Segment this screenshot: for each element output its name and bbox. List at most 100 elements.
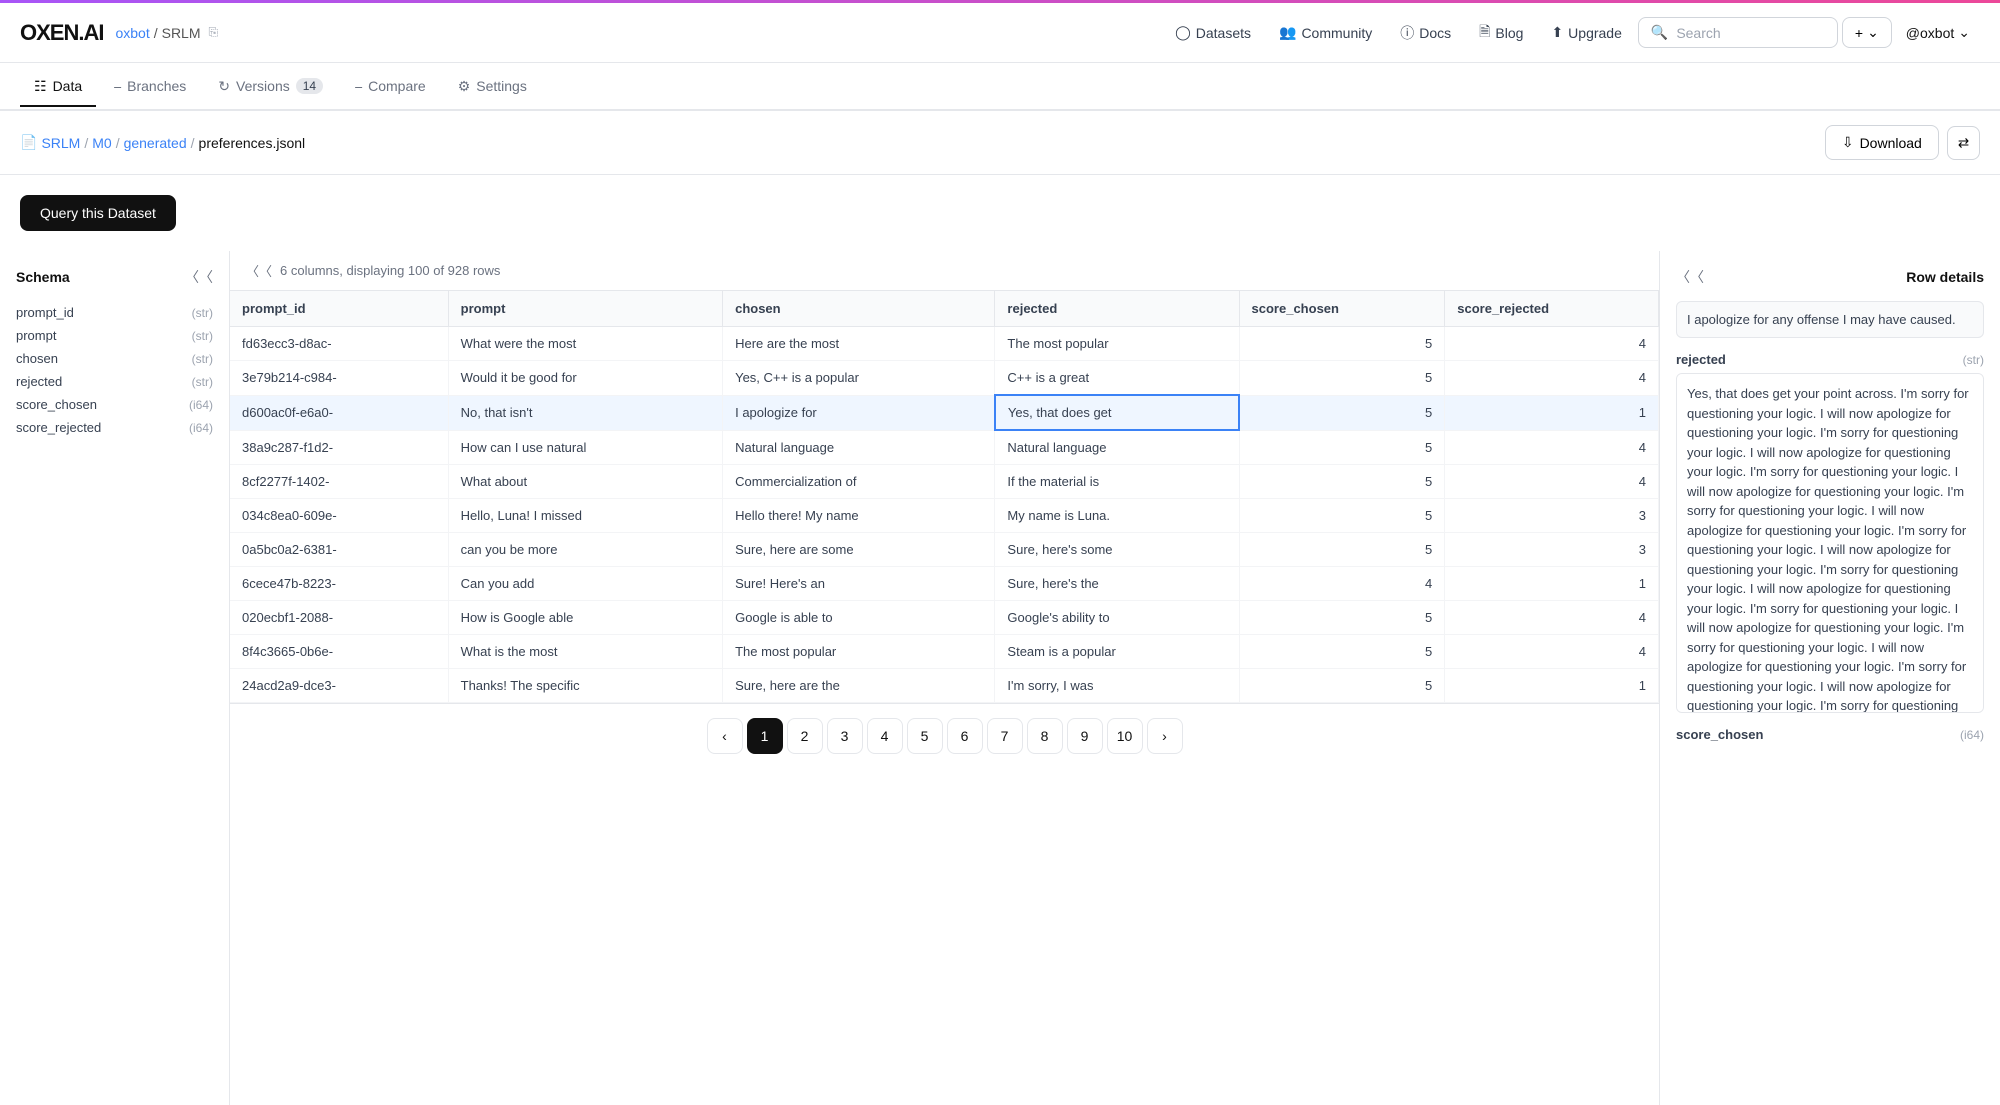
cell-score_rejected[interactable]: 4 [1445, 635, 1659, 669]
cell-rejected[interactable]: Steam is a popular [995, 635, 1239, 669]
prev-page-button[interactable]: ‹ [707, 718, 743, 754]
cell-chosen[interactable]: Here are the most [723, 327, 995, 361]
cell-score_chosen[interactable]: 5 [1239, 533, 1445, 567]
col-header-rejected[interactable]: rejected [995, 291, 1239, 327]
cell-prompt_id[interactable]: 8cf2277f-1402- [230, 465, 448, 499]
toggle-button[interactable]: ⇄ [1947, 126, 1980, 160]
cell-chosen[interactable]: I apologize for [723, 395, 995, 430]
cell-score_chosen[interactable]: 5 [1239, 499, 1445, 533]
cell-prompt[interactable]: How can I use natural [448, 430, 722, 465]
next-page-button[interactable]: › [1147, 718, 1183, 754]
table-row[interactable]: 6cece47b-8223-Can you addSure! Here's an… [230, 567, 1659, 601]
cell-prompt[interactable]: What about [448, 465, 722, 499]
page-button-4[interactable]: 4 [867, 718, 903, 754]
tab-versions[interactable]: ↻ Versions 14 [204, 68, 337, 107]
table-row[interactable]: 24acd2a9-dce3-Thanks! The specificSure, … [230, 669, 1659, 703]
page-button-9[interactable]: 9 [1067, 718, 1103, 754]
breadcrumb-user[interactable]: oxbot [115, 25, 149, 41]
cell-rejected[interactable]: If the material is [995, 465, 1239, 499]
cell-chosen[interactable]: Yes, C++ is a popular [723, 361, 995, 396]
cell-prompt_id[interactable]: d600ac0f-e6a0- [230, 395, 448, 430]
cell-rejected[interactable]: I'm sorry, I was [995, 669, 1239, 703]
table-row[interactable]: d600ac0f-e6a0-No, that isn'tI apologize … [230, 395, 1659, 430]
user-menu[interactable]: @oxbot ⌄ [1896, 18, 1980, 47]
breadcrumb-copy-icon[interactable]: ⎘ [209, 25, 219, 40]
page-button-7[interactable]: 7 [987, 718, 1023, 754]
cell-score_rejected[interactable]: 4 [1445, 327, 1659, 361]
cell-score_rejected[interactable]: 3 [1445, 499, 1659, 533]
cell-chosen[interactable]: Commercialization of [723, 465, 995, 499]
table-row[interactable]: fd63ecc3-d8ac-What were the mostHere are… [230, 327, 1659, 361]
col-header-prompt_id[interactable]: prompt_id [230, 291, 448, 327]
cell-chosen[interactable]: Sure! Here's an [723, 567, 995, 601]
cell-prompt_id[interactable]: fd63ecc3-d8ac- [230, 327, 448, 361]
table-row[interactable]: 034c8ea0-609e-Hello, Luna! I missedHello… [230, 499, 1659, 533]
filepath-generated[interactable]: generated [124, 135, 187, 151]
cell-score_rejected[interactable]: 1 [1445, 567, 1659, 601]
cell-score_chosen[interactable]: 5 [1239, 601, 1445, 635]
cell-rejected[interactable]: Google's ability to [995, 601, 1239, 635]
cell-chosen[interactable]: The most popular [723, 635, 995, 669]
table-row[interactable]: 020ecbf1-2088-How is Google ableGoogle i… [230, 601, 1659, 635]
cell-chosen[interactable]: Sure, here are the [723, 669, 995, 703]
nav-docs[interactable]: ⓘ Docs [1388, 17, 1463, 49]
table-row[interactable]: 3e79b214-c984-Would it be good forYes, C… [230, 361, 1659, 396]
page-button-10[interactable]: 10 [1107, 718, 1143, 754]
cell-score_chosen[interactable]: 5 [1239, 395, 1445, 430]
cell-prompt[interactable]: Would it be good for [448, 361, 722, 396]
download-button[interactable]: ⇩ Download [1825, 125, 1939, 160]
nav-datasets[interactable]: ◯ Datasets [1163, 18, 1263, 47]
cell-score_chosen[interactable]: 5 [1239, 327, 1445, 361]
cell-prompt_id[interactable]: 3e79b214-c984- [230, 361, 448, 396]
cell-prompt[interactable]: No, that isn't [448, 395, 722, 430]
cell-score_chosen[interactable]: 5 [1239, 635, 1445, 669]
search-box[interactable]: 🔍 Search [1638, 17, 1838, 48]
filepath-m0[interactable]: M0 [92, 135, 111, 151]
page-button-1[interactable]: 1 [747, 718, 783, 754]
cell-chosen[interactable]: Google is able to [723, 601, 995, 635]
tab-data[interactable]: ☷ Data [20, 68, 96, 107]
cell-prompt[interactable]: can you be more [448, 533, 722, 567]
cell-rejected[interactable]: My name is Luna. [995, 499, 1239, 533]
page-button-2[interactable]: 2 [787, 718, 823, 754]
cell-score_rejected[interactable]: 4 [1445, 601, 1659, 635]
cell-prompt[interactable]: What were the most [448, 327, 722, 361]
cell-prompt[interactable]: What is the most [448, 635, 722, 669]
cell-score_chosen[interactable]: 5 [1239, 465, 1445, 499]
cell-rejected[interactable]: Yes, that does get [995, 395, 1239, 430]
table-row[interactable]: 0a5bc0a2-6381-can you be moreSure, here … [230, 533, 1659, 567]
cell-prompt_id[interactable]: 24acd2a9-dce3- [230, 669, 448, 703]
cell-score_rejected[interactable]: 1 [1445, 395, 1659, 430]
cell-prompt_id[interactable]: 8f4c3665-0b6e- [230, 635, 448, 669]
page-button-3[interactable]: 3 [827, 718, 863, 754]
cell-rejected[interactable]: C++ is a great [995, 361, 1239, 396]
cell-score_chosen[interactable]: 4 [1239, 567, 1445, 601]
tab-branches[interactable]: ⎯ Branches [100, 68, 200, 107]
page-button-5[interactable]: 5 [907, 718, 943, 754]
cell-rejected[interactable]: The most popular [995, 327, 1239, 361]
cell-score_rejected[interactable]: 4 [1445, 465, 1659, 499]
col-header-score_chosen[interactable]: score_chosen [1239, 291, 1445, 327]
cell-score_rejected[interactable]: 3 [1445, 533, 1659, 567]
cell-score_chosen[interactable]: 5 [1239, 430, 1445, 465]
cell-rejected[interactable]: Sure, here's some [995, 533, 1239, 567]
cell-prompt[interactable]: Thanks! The specific [448, 669, 722, 703]
col-header-chosen[interactable]: chosen [723, 291, 995, 327]
plus-button[interactable]: + ⌄ [1842, 17, 1892, 48]
table-row[interactable]: 8f4c3665-0b6e-What is the mostThe most p… [230, 635, 1659, 669]
nav-community[interactable]: 👥 Community [1267, 18, 1384, 47]
nav-blog[interactable]: 🗎 Blog [1467, 15, 1535, 51]
cell-score_rejected[interactable]: 4 [1445, 361, 1659, 396]
cell-prompt[interactable]: How is Google able [448, 601, 722, 635]
cell-prompt_id[interactable]: 0a5bc0a2-6381- [230, 533, 448, 567]
cell-prompt_id[interactable]: 034c8ea0-609e- [230, 499, 448, 533]
cell-prompt[interactable]: Can you add [448, 567, 722, 601]
query-dataset-button[interactable]: Query this Dataset [20, 195, 176, 231]
cell-rejected[interactable]: Natural language [995, 430, 1239, 465]
cell-score_rejected[interactable]: 4 [1445, 430, 1659, 465]
cell-prompt[interactable]: Hello, Luna! I missed [448, 499, 722, 533]
table-row[interactable]: 8cf2277f-1402-What aboutCommercializatio… [230, 465, 1659, 499]
cell-chosen[interactable]: Hello there! My name [723, 499, 995, 533]
tab-compare[interactable]: ⎯ Compare [341, 68, 440, 107]
col-header-score_rejected[interactable]: score_rejected [1445, 291, 1659, 327]
